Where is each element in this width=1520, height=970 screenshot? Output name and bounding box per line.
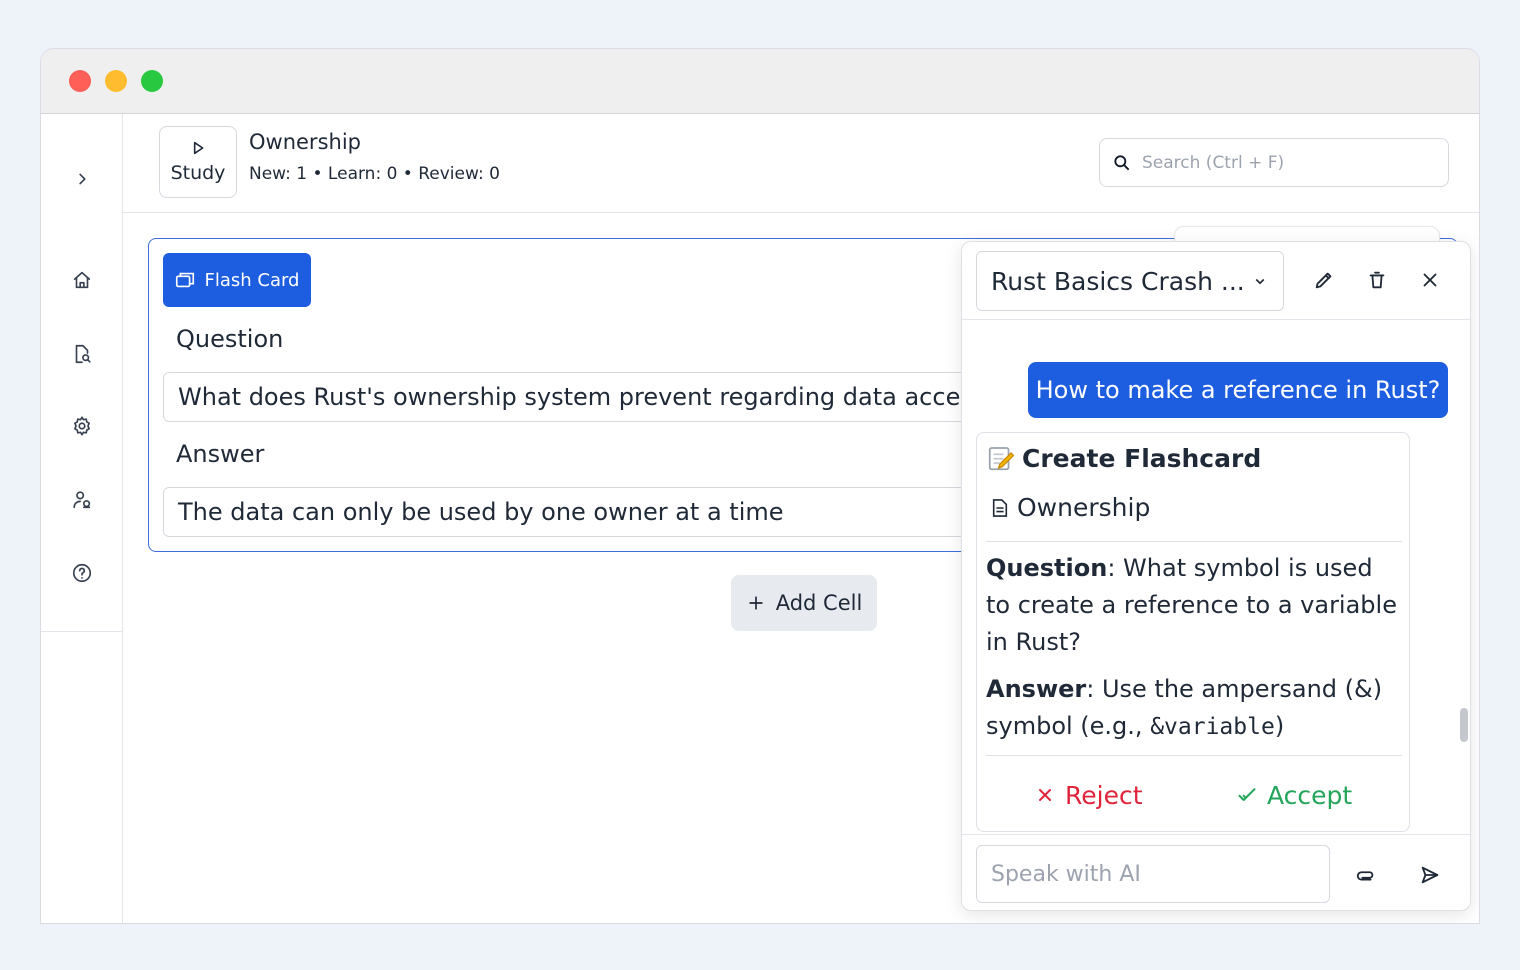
flash-card-type-button[interactable]: Flash Card bbox=[163, 253, 311, 307]
sidebar-item-home[interactable] bbox=[64, 262, 100, 298]
maximize-window-button[interactable] bbox=[141, 70, 163, 92]
deck-header: Study Ownership New: 1 • Learn: 0 • Revi… bbox=[123, 114, 1479, 213]
sidebar-item-users[interactable] bbox=[64, 482, 100, 518]
help-icon bbox=[72, 563, 92, 583]
send-icon bbox=[1421, 866, 1439, 884]
document-icon bbox=[992, 498, 1008, 517]
plus-icon bbox=[749, 596, 763, 610]
question-label: Question bbox=[176, 325, 284, 353]
app-window: Study Ownership New: 1 • Learn: 0 • Revi… bbox=[40, 48, 1480, 924]
study-label: Study bbox=[170, 162, 226, 184]
search-input[interactable] bbox=[1142, 152, 1432, 173]
reject-label: Reject bbox=[1065, 780, 1143, 810]
ai-card-question: Question: What symbol is used to create … bbox=[986, 550, 1402, 661]
accept-button[interactable]: Accept bbox=[1237, 773, 1352, 817]
deck-select-value: Rust Basics Crash ... bbox=[991, 266, 1245, 296]
sidebar-item-settings[interactable] bbox=[64, 408, 100, 444]
ai-card-deck: Ownership bbox=[991, 493, 1150, 522]
reject-button[interactable]: Reject bbox=[1035, 773, 1143, 817]
ai-answer-tail: ) bbox=[1274, 712, 1285, 740]
close-window-button[interactable] bbox=[69, 70, 91, 92]
deck-select[interactable]: Rust Basics Crash ... bbox=[976, 251, 1284, 311]
cards-icon bbox=[176, 272, 195, 288]
ai-card-divider-bottom bbox=[986, 755, 1402, 756]
ai-question-label: Question bbox=[986, 554, 1108, 582]
ai-chat-panel: Rust Basics Crash ... How to make a refe… bbox=[961, 241, 1471, 911]
gear-icon bbox=[74, 416, 90, 436]
sidebar-divider bbox=[41, 631, 123, 632]
ai-flashcard-suggestion: Create Flashcard Ownership Question: Wha… bbox=[976, 432, 1410, 832]
trash-icon bbox=[1369, 271, 1385, 289]
accept-label: Accept bbox=[1267, 780, 1353, 810]
attach-button[interactable] bbox=[1350, 859, 1382, 891]
ai-answer-label: Answer bbox=[986, 675, 1087, 703]
chevron-right-icon bbox=[79, 173, 86, 185]
delete-chat-button[interactable] bbox=[1361, 264, 1393, 296]
add-cell-button[interactable]: Add Cell bbox=[731, 575, 877, 631]
ai-answer-code: &variable bbox=[1150, 714, 1275, 740]
flash-card-type-label: Flash Card bbox=[204, 269, 300, 291]
sidebar-item-help[interactable] bbox=[64, 555, 100, 591]
deck-title: Ownership bbox=[249, 130, 361, 154]
memo-icon bbox=[988, 447, 1015, 471]
title-bar bbox=[41, 49, 1479, 114]
deck-stats: New: 1 • Learn: 0 • Review: 0 bbox=[249, 164, 500, 184]
ai-card-deck-name: Ownership bbox=[1017, 493, 1151, 522]
x-icon bbox=[1039, 789, 1051, 801]
ai-card-answer: Answer: Use the ampersand (&) symbol (e.… bbox=[986, 671, 1402, 746]
answer-label: Answer bbox=[176, 440, 265, 468]
play-icon bbox=[193, 141, 204, 155]
chat-scrollbar[interactable] bbox=[1460, 708, 1468, 742]
ai-card-title: Create Flashcard bbox=[986, 443, 1261, 473]
add-cell-label: Add Cell bbox=[775, 591, 863, 615]
chevron-down-icon bbox=[1255, 278, 1265, 285]
close-chat-button[interactable] bbox=[1414, 264, 1446, 296]
sidebar bbox=[41, 114, 123, 923]
sidebar-item-browse[interactable] bbox=[64, 336, 100, 372]
minimize-window-button[interactable] bbox=[105, 70, 127, 92]
search-box[interactable] bbox=[1099, 138, 1449, 187]
study-button[interactable]: Study bbox=[159, 126, 237, 198]
users-icon bbox=[73, 491, 91, 509]
close-icon bbox=[1423, 273, 1437, 287]
chat-input[interactable] bbox=[976, 845, 1330, 903]
paperclip-icon bbox=[1356, 871, 1374, 881]
file-search-icon bbox=[75, 344, 91, 364]
chat-footer bbox=[962, 834, 1470, 910]
edit-chat-button[interactable] bbox=[1308, 264, 1340, 296]
user-message: How to make a reference in Rust? bbox=[1028, 362, 1448, 418]
home-icon bbox=[73, 271, 91, 289]
pencil-icon bbox=[1315, 272, 1332, 289]
chat-header: Rust Basics Crash ... bbox=[962, 242, 1470, 320]
search-icon bbox=[1114, 154, 1130, 170]
ai-card-title-text: Create Flashcard bbox=[1022, 443, 1262, 473]
ai-card-divider bbox=[986, 541, 1402, 542]
send-button[interactable] bbox=[1414, 859, 1446, 891]
check-icon bbox=[1238, 788, 1256, 801]
expand-sidebar-button[interactable] bbox=[64, 161, 100, 197]
